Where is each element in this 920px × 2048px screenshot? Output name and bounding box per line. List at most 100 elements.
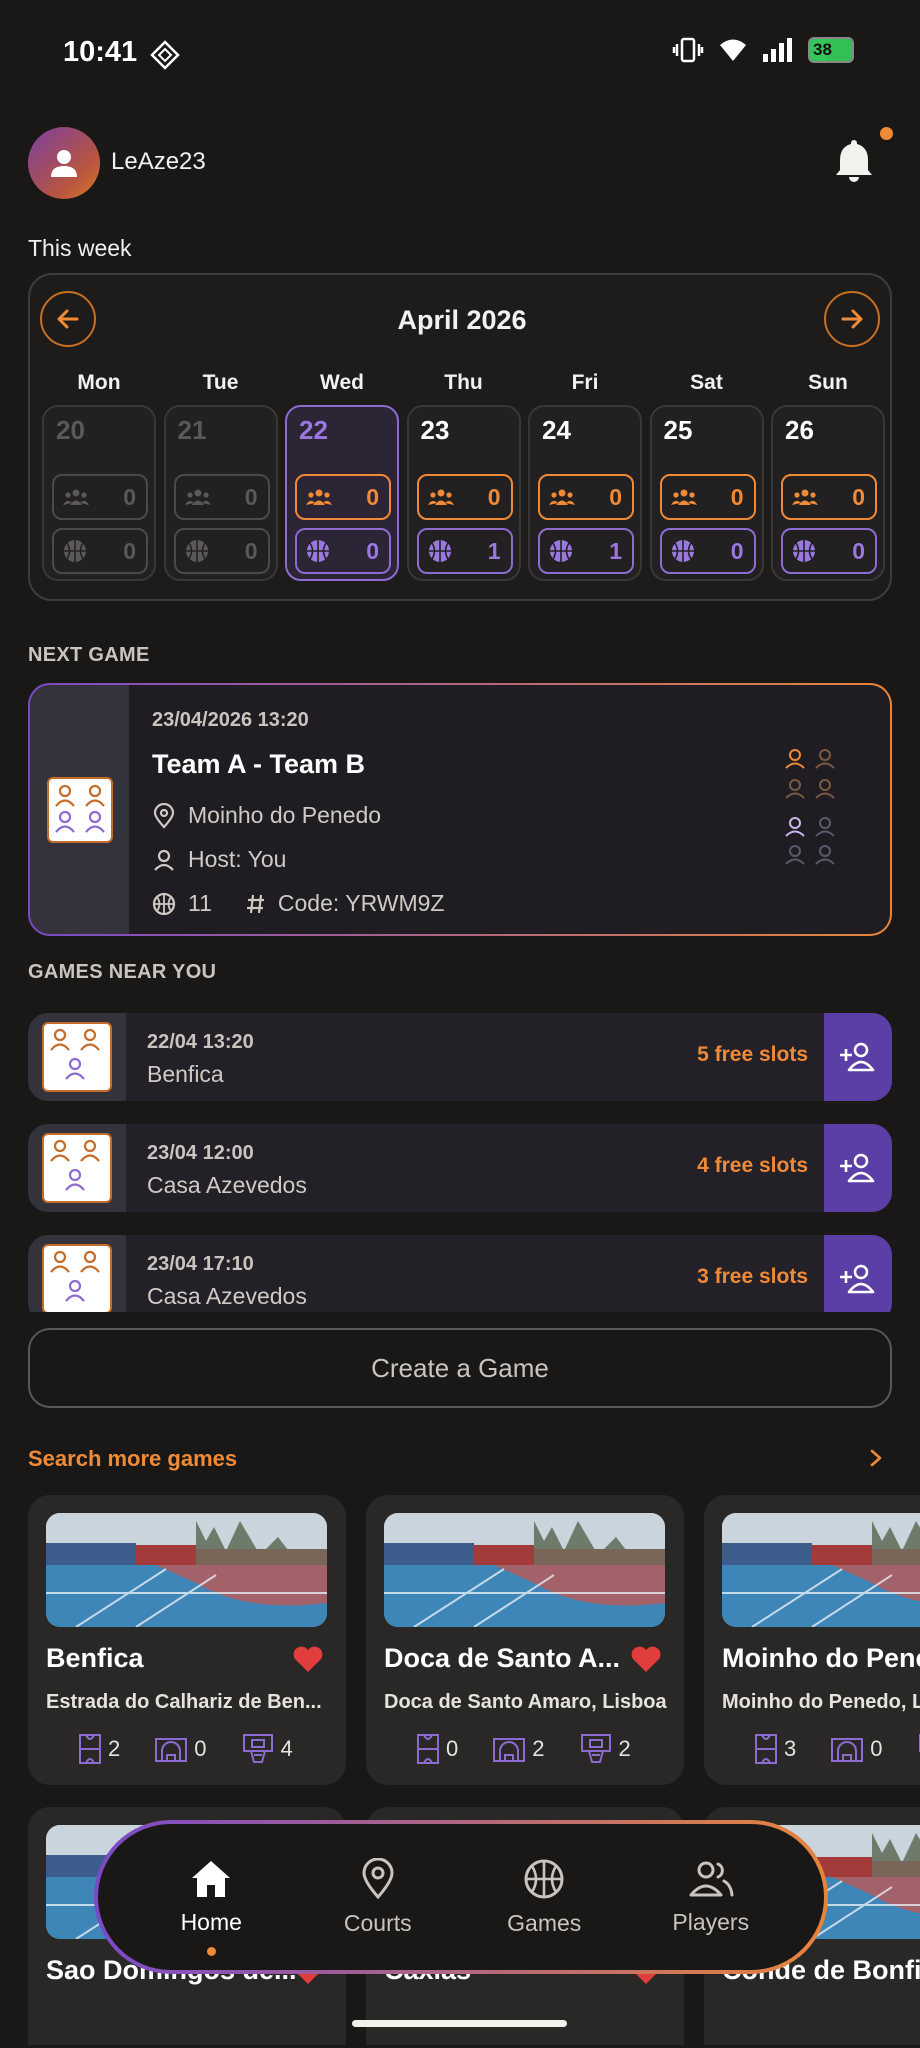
nearby-game-date: 23/04 17:10 bbox=[147, 1253, 254, 1275]
full-court-count: 0 bbox=[446, 1736, 459, 1761]
day-cell[interactable]: 24 0 1 bbox=[528, 405, 642, 581]
full-court-icon bbox=[417, 1734, 439, 1764]
half-court-icon bbox=[493, 1738, 526, 1762]
games-near-list: 22/04 13:20 Benfica 5 free slots 23/04 12:0… bbox=[0, 1010, 920, 1312]
players-group-icon bbox=[549, 489, 575, 505]
nav-home[interactable]: Home bbox=[146, 1859, 276, 1956]
day-number: 21 bbox=[177, 415, 207, 445]
team-formation-icon bbox=[42, 1133, 112, 1203]
next-game-label: NEXT GAME bbox=[28, 644, 150, 666]
basketball-icon bbox=[550, 540, 572, 562]
day-number: 26 bbox=[785, 415, 814, 445]
day-cell[interactable]: 23 0 1 bbox=[406, 405, 521, 581]
day-cell[interactable]: 22 0 0 bbox=[285, 405, 399, 581]
players-group-icon bbox=[184, 489, 211, 505]
hoop-icon bbox=[242, 1734, 273, 1763]
players-count: 0 bbox=[366, 483, 379, 510]
nearby-game-thumb bbox=[28, 1124, 126, 1212]
hoop-icon bbox=[241, 1733, 275, 1765]
players-count: 0 bbox=[487, 483, 501, 510]
full-court-icon bbox=[754, 1733, 778, 1765]
nav-courts[interactable]: Courts bbox=[313, 1857, 443, 1937]
create-game-button[interactable]: Create a Game bbox=[28, 1328, 892, 1408]
join-game-button[interactable] bbox=[824, 1235, 892, 1312]
players-count: 0 bbox=[730, 483, 744, 510]
full-court-icon bbox=[78, 1733, 102, 1765]
day-number: 20 bbox=[56, 415, 85, 445]
basketball-icon bbox=[670, 538, 696, 564]
full-court-icon bbox=[755, 1734, 777, 1764]
battery-icon: 38 bbox=[808, 37, 854, 63]
search-more-games-link[interactable]: Search more games bbox=[28, 1446, 237, 1472]
bottom-nav: Home Courts Games Players bbox=[94, 1820, 828, 1974]
court-address: Doca de Santo Amaro, Lisboa bbox=[384, 1691, 667, 1713]
nav-active-dot bbox=[206, 1946, 216, 1956]
location-diamond-icon bbox=[150, 40, 180, 70]
next-week-button[interactable] bbox=[824, 291, 880, 347]
nav-home-label: Home bbox=[180, 1908, 242, 1935]
notification-bell-icon[interactable] bbox=[834, 138, 874, 182]
basketball-icon bbox=[671, 540, 694, 562]
games-count: 1 bbox=[487, 537, 501, 564]
team-formation-icon bbox=[47, 777, 113, 843]
basketball-icon bbox=[428, 540, 451, 562]
court-photo bbox=[384, 1513, 665, 1627]
games-count-badge: 0 bbox=[295, 528, 391, 574]
favorite-heart-icon[interactable] bbox=[630, 1645, 662, 1673]
hoop-icon bbox=[579, 1733, 613, 1765]
avatar[interactable] bbox=[28, 127, 100, 199]
basketball-icon bbox=[548, 538, 574, 564]
players-group-icon bbox=[427, 489, 454, 505]
court-card[interactable]: Benfica Estrada do Calhariz de Ben... 2 0 4 bbox=[28, 1495, 346, 1785]
day-cell[interactable]: 26 0 0 bbox=[771, 405, 885, 581]
weekday-name: Tue bbox=[202, 371, 239, 394]
players-icon bbox=[689, 1861, 734, 1896]
day-cell[interactable]: 21 0 0 bbox=[163, 405, 278, 581]
day-cell[interactable]: 20 0 0 bbox=[42, 405, 156, 581]
add-player-icon bbox=[840, 1153, 875, 1183]
nearby-game-row[interactable]: 23/04 17:10 Casa Azevedos 3 free slots bbox=[28, 1235, 892, 1312]
free-slots-count: 3 free slots bbox=[697, 1265, 808, 1288]
wifi-icon bbox=[718, 37, 748, 63]
join-game-button[interactable] bbox=[824, 1124, 892, 1212]
hoop-icon bbox=[917, 1733, 920, 1765]
court-card[interactable]: Doca de Santo A... Doca de Santo Amaro, L… bbox=[366, 1495, 684, 1785]
next-game-host-row: Host: You bbox=[152, 846, 286, 873]
basketball-icon bbox=[152, 892, 176, 915]
day-cell[interactable]: 25 0 0 bbox=[649, 405, 764, 581]
chevron-right-icon[interactable] bbox=[868, 1448, 884, 1468]
games-count-badge: 1 bbox=[538, 528, 634, 574]
nav-games[interactable]: Games bbox=[479, 1858, 609, 1937]
players-count-badge: 0 bbox=[173, 474, 270, 520]
username[interactable]: LeAze23 bbox=[111, 148, 206, 176]
home-indicator[interactable] bbox=[352, 2020, 567, 2027]
next-game-code: Code: YRWM9Z bbox=[277, 890, 445, 916]
join-game-button[interactable] bbox=[824, 1013, 892, 1101]
full-court-icon bbox=[79, 1734, 101, 1764]
games-count-badge: 0 bbox=[781, 528, 877, 574]
basketball-icon bbox=[184, 538, 210, 564]
court-card[interactable]: Moinho do Pene Moinho do Penedo, L30 bbox=[704, 1495, 920, 1785]
hoop-count: 4 bbox=[280, 1736, 293, 1761]
weekday-name: Sat bbox=[690, 371, 723, 394]
month-title: April 2026 bbox=[397, 305, 527, 335]
next-game-datetime: 23/04/2026 13:20 bbox=[152, 709, 309, 731]
players-count-badge: 0 bbox=[52, 474, 148, 520]
nearby-game-place: Benfica bbox=[147, 1061, 224, 1087]
half-court-count: 0 bbox=[870, 1736, 883, 1761]
nearby-game-row[interactable]: 22/04 13:20 Benfica 5 free slots bbox=[28, 1013, 892, 1101]
status-time: 10:41 bbox=[63, 36, 138, 68]
players-group-icon bbox=[62, 487, 90, 507]
half-court-count: 2 bbox=[532, 1736, 545, 1761]
nav-players[interactable]: Players bbox=[646, 1859, 776, 1936]
heart-icon bbox=[293, 1646, 323, 1672]
nearby-game-date: 22/04 13:20 bbox=[147, 1031, 254, 1053]
games-count: 0 bbox=[123, 537, 136, 564]
nearby-game-row[interactable]: 23/04 12:00 Casa Azevedos 4 free slots bbox=[28, 1124, 892, 1212]
day-number: 25 bbox=[663, 415, 693, 445]
favorite-heart-icon[interactable] bbox=[292, 1645, 324, 1673]
hoop-icon bbox=[918, 1734, 920, 1752]
next-game-location: Moinho do Penedo bbox=[188, 802, 382, 828]
next-game-card[interactable]: 23/04/2026 13:20 Team A - Team B Moinho … bbox=[28, 683, 892, 936]
basketball-icon bbox=[185, 540, 208, 562]
